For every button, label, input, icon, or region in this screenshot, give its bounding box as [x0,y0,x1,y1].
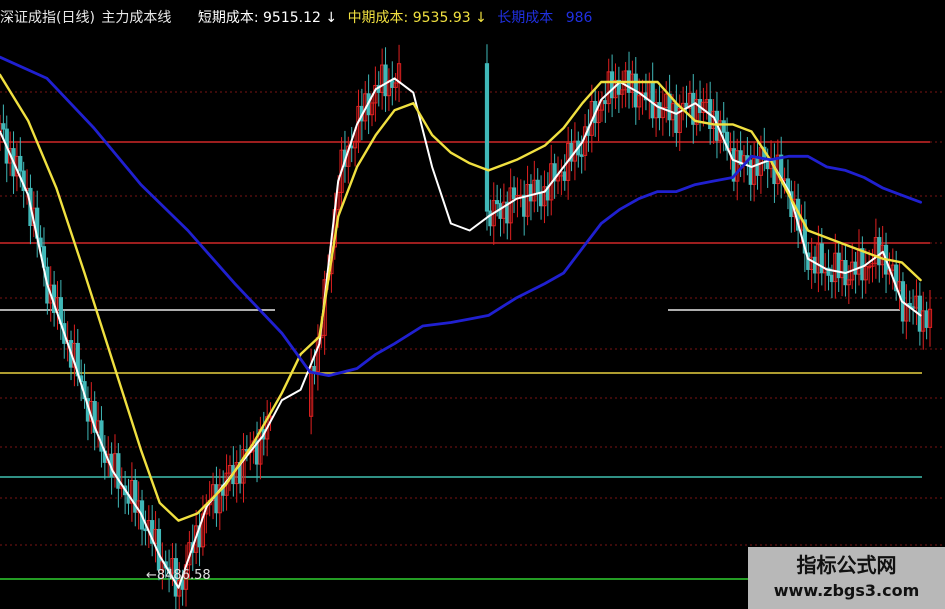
candle-body [924,310,929,328]
watermark: 指标公式网 www.zbgs3.com [748,547,945,609]
candle-body [603,100,608,105]
candle-body [383,64,388,97]
candle-body [488,210,493,227]
candle-body [819,243,824,274]
candle-body [538,192,544,207]
candle-body [579,154,584,157]
indicator-name: 主力成本线 [101,10,172,26]
watermark-title: 指标公式网 [796,553,897,577]
index-title: 深证成指(日线) [0,10,95,26]
candle-body [18,155,23,172]
candle-body [522,194,527,217]
low-price-marker: ←8486.58 [146,568,211,583]
candle-body [610,71,615,99]
price-chart [0,44,945,609]
chart-header: 深证成指(日线) 主力成本线 短期成本: 9515.12 ↓ 中期成本: 953… [0,0,592,36]
candle-body [721,120,726,133]
candle-body [812,256,818,274]
candle-body [860,248,865,281]
candle-body [877,237,882,266]
long-cost-label: 长期成本 [497,10,554,26]
watermark-url: www.zbgs3.com [773,581,920,600]
mid-cost-label: 中期成本: [347,10,409,26]
candle-body [829,274,835,283]
candle-body [535,179,540,194]
long-cost-value: 986 [565,10,593,26]
candle-body [657,102,662,119]
candle-body [836,252,841,279]
candle-body [650,81,655,119]
candle-body [562,171,567,181]
mid-cost-value: 9535.93 [412,10,471,26]
short-cost-label: 短期成本: [197,10,259,26]
candle-body [312,365,317,372]
long-cost-line [0,55,922,378]
candle-body [390,80,395,88]
candle-body [755,158,760,176]
candle-body [1,123,6,130]
candle-body [495,200,500,205]
chart-window: 深证成指(日线) 主力成本线 短期成本: 9515.12 ↓ 中期成本: 953… [0,0,945,609]
candle-body [143,528,148,532]
candle-body [748,159,753,185]
candle-body [214,484,219,514]
candle-body [528,184,534,202]
candle-body [511,187,517,200]
down-arrow-icon: ↓ [475,10,487,26]
candle-body [484,63,490,212]
candle-body [498,203,503,219]
short-cost-value: 9515.12 [263,10,321,26]
down-arrow-icon: ↓ [325,10,338,26]
candle-body [674,103,679,133]
